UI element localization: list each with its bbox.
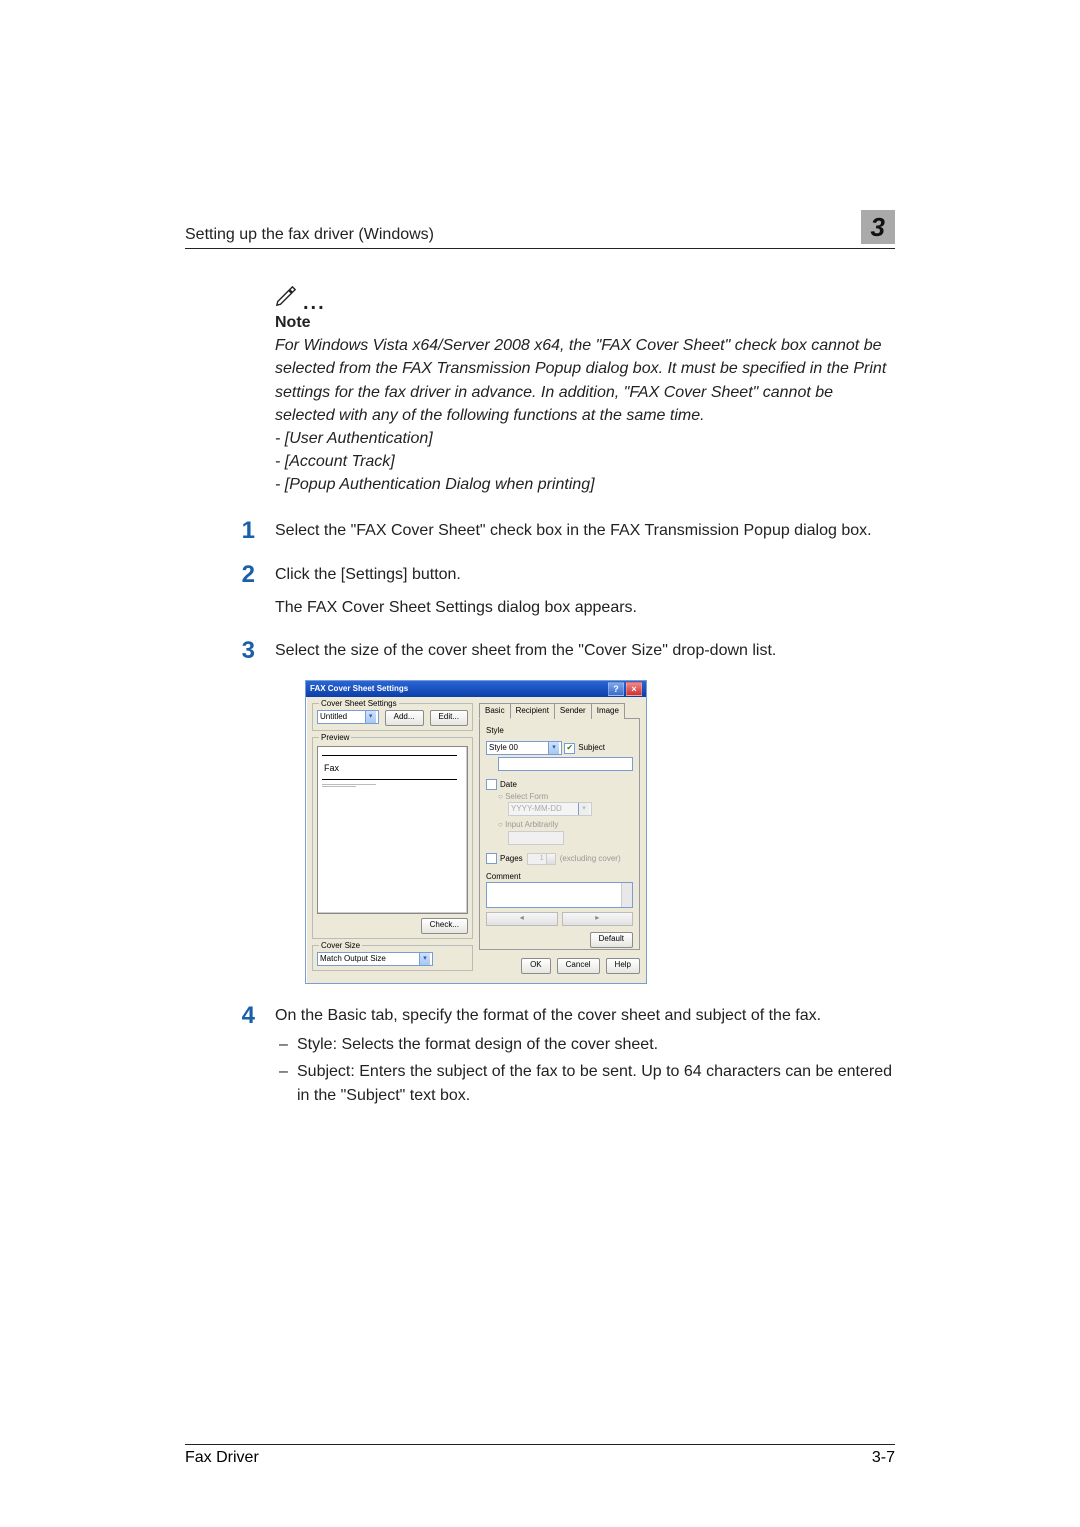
tab-recipient[interactable]: Recipient [510, 703, 555, 719]
cancel-button[interactable]: Cancel [557, 958, 600, 974]
screenshot: FAX Cover Sheet Settings ? × Cover Sheet… [305, 680, 895, 984]
date-input [508, 831, 564, 845]
select-form-radio: ○ Select Form [498, 791, 633, 803]
date-label: Date [500, 779, 517, 791]
chevron-down-icon: ▾ [365, 711, 376, 723]
cover-size-group: Cover Size Match Output Size ▾ [312, 945, 473, 971]
subject-field[interactable] [498, 757, 633, 771]
step-text: On the Basic tab, specify the format of … [275, 1004, 895, 1027]
step-body: Click the [Settings] button. The FAX Cov… [275, 563, 895, 619]
step-number: 4 [213, 1004, 275, 1113]
help-button[interactable]: Help [606, 958, 640, 974]
scrollbar[interactable] [621, 883, 632, 907]
pages-label: Pages [500, 853, 523, 865]
check-button[interactable]: Check... [421, 918, 468, 934]
pages-spinner: 1 [527, 853, 556, 865]
step-body: On the Basic tab, specify the format of … [275, 1004, 895, 1113]
tabs: Basic Recipient Sender Image [479, 703, 640, 719]
dialog: FAX Cover Sheet Settings ? × Cover Sheet… [305, 680, 647, 984]
chapter-number: 3 [861, 210, 895, 244]
ok-button[interactable]: OK [521, 958, 551, 974]
step-text: Click the [Settings] button. [275, 563, 895, 586]
add-button[interactable]: Add... [385, 710, 424, 726]
step-1: 1 Select the "FAX Cover Sheet" check box… [275, 519, 895, 543]
input-arbitrary-radio: ○ Input Arbitrarily [498, 819, 633, 831]
chevron-down-icon: ▾ [419, 953, 430, 965]
group-label: Cover Size [319, 940, 362, 952]
dialog-titlebar: FAX Cover Sheet Settings ? × [306, 681, 646, 697]
footer-rule [185, 1444, 895, 1445]
footer-left: Fax Driver [185, 1449, 259, 1467]
step-4: 4 On the Basic tab, specify the format o… [275, 1004, 895, 1113]
spinner-arrows-icon [546, 854, 555, 864]
header-rule [185, 248, 895, 249]
bullet: Style: Selects the format design of the … [297, 1033, 895, 1056]
tab-basic[interactable]: Basic [479, 703, 511, 719]
bullet: Subject: Enters the subject of the fax t… [297, 1060, 895, 1106]
default-button[interactable]: Default [590, 932, 633, 948]
edit-button[interactable]: Edit... [430, 710, 468, 726]
date-checkbox[interactable]: ✔ Date [486, 779, 517, 791]
step-subtext: The FAX Cover Sheet Settings dialog box … [275, 596, 895, 619]
pages-checkbox[interactable]: ✔ Pages [486, 853, 523, 865]
step-3: 3 Select the size of the cover sheet fro… [275, 639, 895, 984]
tab-body: Style Style 00 ▾ ✔ Subject [479, 718, 640, 950]
chevron-down-icon: ▾ [578, 803, 589, 815]
dialog-footer: OK Cancel Help [479, 958, 640, 974]
pen-icon [275, 285, 297, 307]
settings-name-combo[interactable]: Untitled ▾ [317, 710, 379, 724]
preview-box: Fax [317, 746, 468, 914]
note-dots: ... [303, 299, 326, 307]
comment-label: Comment [486, 871, 633, 883]
note-block: ... Note For Windows Vista x64/Server 20… [275, 285, 895, 497]
step-number: 3 [213, 639, 275, 984]
running-head: Setting up the fax driver (Windows) [185, 226, 434, 244]
group-label: Preview [319, 732, 351, 744]
tab-sender[interactable]: Sender [554, 703, 592, 719]
preview-group: Preview Fax [312, 737, 473, 939]
step-number: 1 [213, 519, 275, 543]
note-body: For Windows Vista x64/Server 2008 x64, t… [275, 334, 895, 496]
pages-suffix: (excluding cover) [560, 853, 621, 865]
cover-sheet-settings-group: Cover Sheet Settings Untitled ▾ Add... E… [312, 703, 473, 731]
dialog-title: FAX Cover Sheet Settings [310, 681, 408, 697]
footer-right: 3-7 [872, 1449, 895, 1467]
date-format-combo: YYYY-MM-DD ▾ [508, 802, 592, 816]
step-bullets: Style: Selects the format design of the … [275, 1033, 895, 1107]
step-text: Select the size of the cover sheet from … [275, 639, 895, 662]
group-label: Cover Sheet Settings [319, 698, 399, 710]
step-body: Select the size of the cover sheet from … [275, 639, 895, 984]
scroll-right-button[interactable]: ▸ [562, 912, 634, 926]
titlebar-close-button[interactable]: × [626, 682, 642, 696]
subject-label: Subject [578, 742, 605, 754]
page-header: Setting up the fax driver (Windows) 3 [185, 210, 895, 248]
content: ... Note For Windows Vista x64/Server 20… [275, 285, 895, 1113]
step-text: Select the "FAX Cover Sheet" check box i… [275, 519, 895, 543]
subject-checkbox[interactable]: ✔ Subject [564, 742, 605, 754]
page: Setting up the fax driver (Windows) 3 ..… [0, 0, 1080, 1527]
scroll-left-button[interactable]: ◂ [486, 912, 558, 926]
cover-size-combo[interactable]: Match Output Size ▾ [317, 952, 433, 966]
step-2: 2 Click the [Settings] button. The FAX C… [275, 563, 895, 619]
step-number: 2 [213, 563, 275, 619]
tab-image[interactable]: Image [591, 703, 625, 719]
footer: Fax Driver 3-7 [185, 1449, 895, 1467]
preview-fax-label: Fax [324, 762, 457, 775]
note-label: Note [275, 311, 895, 334]
titlebar-help-button[interactable]: ? [608, 682, 624, 696]
style-combo[interactable]: Style 00 ▾ [486, 741, 562, 755]
chevron-down-icon: ▾ [548, 742, 559, 754]
comment-field[interactable] [486, 882, 633, 908]
note-icon-row: ... [275, 285, 895, 307]
style-label: Style [486, 725, 633, 737]
